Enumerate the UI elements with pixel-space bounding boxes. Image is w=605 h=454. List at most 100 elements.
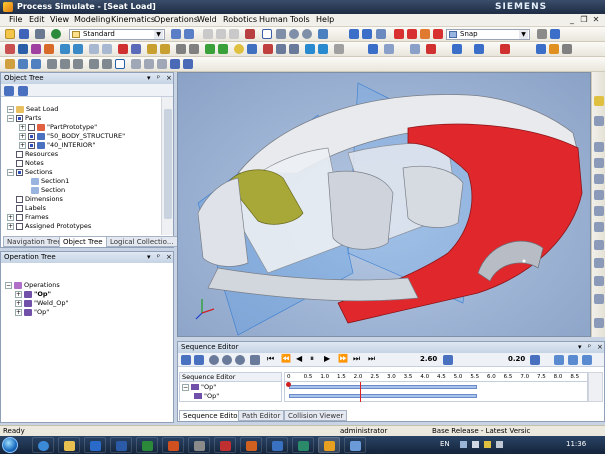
pause-icon[interactable]: ⏸	[310, 354, 314, 364]
gantt-bar[interactable]	[289, 385, 477, 389]
taskbar-powerpoint[interactable]	[162, 437, 184, 453]
panel-menu-icon[interactable]: ▾	[147, 252, 151, 263]
step-options-icon[interactable]	[530, 355, 540, 365]
time-step-field[interactable]: 0.20	[508, 355, 525, 363]
tool-icon[interactable]	[594, 142, 604, 152]
placement-icon[interactable]	[349, 29, 359, 39]
tree-item[interactable]: + "Op"	[15, 308, 49, 317]
sequence-column-header[interactable]: Sequence Editor	[180, 373, 281, 382]
view-top-icon[interactable]	[131, 59, 141, 69]
menu-edit[interactable]: Edit	[29, 15, 45, 24]
loop-icon[interactable]	[568, 355, 578, 365]
label-icon[interactable]	[289, 44, 299, 54]
tab-sequence-editor[interactable]: Sequence Editor	[179, 410, 245, 421]
human-icon[interactable]	[205, 44, 215, 54]
visibility-checkbox[interactable]	[16, 159, 23, 167]
clock[interactable]: 11:36	[566, 440, 586, 448]
tree-item[interactable]: + "Weld_Op"	[15, 299, 68, 308]
tree-item[interactable]: + Assigned Prototypes	[7, 222, 91, 231]
tool-icon[interactable]	[594, 276, 604, 286]
sphere-icon[interactable]	[89, 59, 99, 69]
close-icon[interactable]: ✕	[591, 15, 601, 25]
menu-tools[interactable]: Tools	[290, 15, 310, 24]
cross-axis-icon[interactable]	[368, 44, 378, 54]
tree-item[interactable]: + "40_INTERIOR"	[19, 141, 95, 150]
zoom-icon[interactable]	[289, 29, 299, 39]
copy-icon[interactable]	[216, 29, 226, 39]
cut-icon[interactable]	[203, 29, 213, 39]
cube-icon[interactable]	[47, 59, 57, 69]
pin-icon[interactable]: ᵖ	[157, 73, 160, 84]
play-icon[interactable]: ▶	[324, 354, 330, 363]
path-icon[interactable]	[305, 44, 315, 54]
unlink-icon[interactable]	[194, 355, 204, 365]
attach-icon[interactable]	[176, 44, 186, 54]
zoom-all-icon[interactable]	[250, 355, 260, 365]
visibility-checkbox[interactable]	[16, 168, 23, 176]
flag-icon[interactable]	[484, 441, 491, 448]
taskbar-app[interactable]	[214, 437, 236, 453]
play-backward-icon[interactable]: ◀	[296, 354, 302, 363]
close-icon[interactable]: ×	[597, 342, 603, 353]
object-flow-icon[interactable]	[5, 59, 15, 69]
taskbar-outlook[interactable]	[84, 437, 106, 453]
tree-item[interactable]: Labels	[16, 204, 46, 213]
visibility-checkbox[interactable]	[16, 222, 23, 230]
network-icon[interactable]	[472, 441, 479, 448]
language-indicator[interactable]: EN	[440, 440, 450, 448]
close-icon[interactable]: ×	[166, 73, 172, 84]
volume-icon[interactable]	[496, 441, 503, 448]
tool-icon[interactable]	[594, 96, 604, 106]
teach-icon[interactable]	[131, 44, 141, 54]
visibility-checkbox[interactable]	[28, 123, 35, 131]
gantt-bar[interactable]	[289, 394, 477, 398]
tree-item[interactable]: − Seat Load	[7, 105, 58, 114]
taskbar-app[interactable]	[344, 437, 366, 453]
delete-object-icon[interactable]	[426, 44, 436, 54]
kinematics-icon[interactable]	[18, 44, 28, 54]
posture-icon[interactable]	[218, 44, 228, 54]
wireframe-icon[interactable]	[407, 29, 417, 39]
collapse-icon[interactable]: −	[7, 168, 14, 176]
color-icon[interactable]	[433, 29, 443, 39]
camera-icon[interactable]	[247, 44, 257, 54]
expand-icon[interactable]: +	[15, 308, 22, 316]
visibility-checkbox[interactable]	[16, 195, 23, 203]
tree-item[interactable]: − Operations	[5, 281, 60, 290]
tree-item[interactable]: + Frames	[7, 213, 49, 222]
tab-navigation-tree[interactable]: Navigation Tree	[3, 236, 66, 247]
marker-icon[interactable]	[263, 44, 273, 54]
light-icon[interactable]	[234, 44, 244, 54]
gantt-scrollbar[interactable]	[588, 372, 603, 402]
redo-icon[interactable]	[184, 29, 194, 39]
expand-icon[interactable]: +	[19, 132, 26, 140]
render-icon[interactable]	[420, 29, 430, 39]
taskbar-process-simulate[interactable]	[318, 437, 340, 453]
menu-robotics[interactable]: Robotics	[223, 15, 257, 24]
taskbar-app[interactable]	[240, 437, 262, 453]
ungroup-icon[interactable]	[474, 44, 484, 54]
refresh-icon[interactable]	[51, 29, 61, 39]
menu-view[interactable]: View	[50, 15, 69, 24]
frame-icon[interactable]	[60, 44, 70, 54]
tray-icon[interactable]	[460, 441, 467, 448]
tree-item[interactable]: Resources	[16, 150, 58, 159]
tree-item[interactable]: Section	[31, 186, 65, 195]
restore-icon[interactable]: ❐	[579, 15, 589, 25]
zoom-out-icon[interactable]	[222, 355, 232, 365]
cable-icon[interactable]	[170, 59, 180, 69]
menu-help[interactable]: Help	[316, 15, 334, 24]
tool-icon[interactable]	[594, 158, 604, 168]
select-arrow-icon[interactable]	[262, 29, 272, 39]
tab-object-tree[interactable]: Object Tree	[59, 236, 107, 247]
pin-icon[interactable]: ᵖ	[588, 342, 591, 353]
gun-icon[interactable]	[44, 44, 54, 54]
pan-icon[interactable]	[276, 29, 286, 39]
jump-end-icon[interactable]: ⏭	[368, 354, 375, 364]
cable-edit-icon[interactable]	[183, 59, 193, 69]
visibility-checkbox[interactable]	[16, 213, 23, 221]
expand-icon[interactable]: +	[15, 290, 22, 298]
collision-icon[interactable]	[118, 44, 128, 54]
expand-icon[interactable]: +	[7, 222, 14, 230]
tool-icon[interactable]	[594, 116, 604, 126]
